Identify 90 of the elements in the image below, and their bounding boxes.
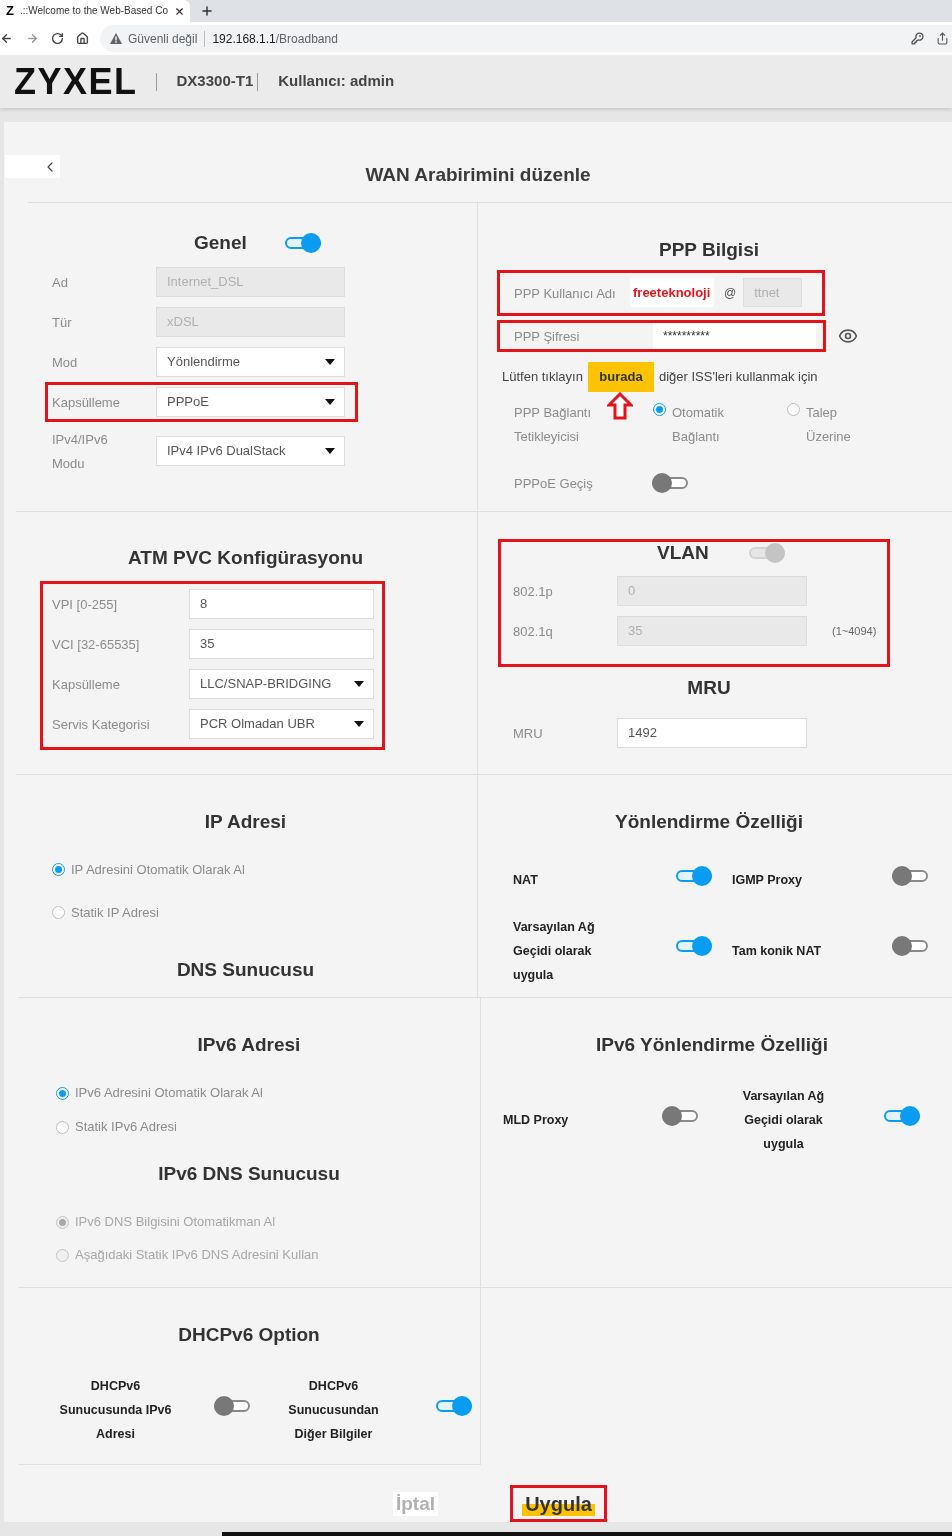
- section-title: Yönlendirme Özelliği: [615, 810, 803, 833]
- section-title: ATM PVC Konfigürasyonu: [127, 547, 363, 570]
- field-label: 802.1q: [513, 624, 553, 640]
- at-sign-label: @: [724, 284, 737, 302]
- text-field[interactable]: 1492: [617, 718, 807, 749]
- field-label: PPP Bağlantı Tetikleyicisi: [514, 404, 592, 444]
- switch-label: Varsayılan Ağ Geçidi olarak uygula: [513, 919, 595, 982]
- field-label: VPI [0-255]: [52, 597, 118, 613]
- radio-button[interactable]: [787, 402, 800, 416]
- select-field[interactable]: IPv4 IPv6 DualStack: [156, 435, 345, 466]
- link[interactable]: burada: [587, 361, 654, 392]
- reload-icon[interactable]: [51, 32, 64, 45]
- switch-label: MLD Proxy: [503, 1113, 569, 1128]
- field-label: PPP Kullanıcı Adı: [514, 285, 616, 301]
- key-icon[interactable]: [911, 32, 924, 45]
- text-field[interactable]: freeteknoloji: [630, 278, 714, 308]
- back-icon[interactable]: [0, 32, 13, 45]
- select-field[interactable]: LLC/SNAP-BRIDGING: [189, 669, 374, 700]
- field-label: IPv4/IPv6 Modu: [52, 431, 108, 471]
- field-label: Tür: [52, 314, 72, 330]
- field-label: PPP Şifresi: [514, 328, 580, 344]
- page-title: WAN Arabirimini düzenle: [365, 164, 591, 186]
- radio-label: IPv6 Adresini Otomatik Olarak Al: [75, 1084, 263, 1103]
- field-label: Servis Kategorisi: [52, 717, 150, 733]
- caret-icon: [325, 447, 335, 454]
- field-label: Mod: [52, 354, 78, 370]
- warning-icon: [110, 33, 122, 44]
- up-arrow-icon: [607, 391, 633, 420]
- radio-label: Talep Üzerine: [806, 404, 851, 444]
- section-title: IPv6 Yönlendirme Özelliği: [596, 1034, 828, 1057]
- select-field[interactable]: PPPoE: [156, 386, 345, 417]
- switch-label: DHCPv6 Sunucusunda IPv6 Adresi: [59, 1379, 172, 1442]
- radio-button[interactable]: [56, 1120, 69, 1134]
- section-title: IPv6 DNS Sunucusu: [158, 1163, 340, 1186]
- new-tab-icon[interactable]: [200, 4, 214, 18]
- close-icon[interactable]: [174, 5, 185, 17]
- radio-label: IP Adresini Otomatik Olarak Al: [71, 860, 245, 879]
- section-title: MRU: [687, 677, 731, 700]
- field-label: 802.1p: [513, 584, 553, 600]
- caret-icon: [354, 681, 364, 688]
- switch-label: Varsayılan Ağ Geçidi olarak uygula: [742, 1089, 825, 1152]
- field-label: Kapsülleme: [52, 394, 120, 410]
- model-name: DX3300-T1: [176, 71, 254, 92]
- text-field[interactable]: 8: [189, 589, 374, 620]
- hint-text: Lütfen tıklayın burada diğer ISS'leri kullanmak için: [502, 361, 952, 392]
- browser-tab[interactable]: Z .::Welcome to the Web-Based Co: [0, 0, 190, 22]
- radio-label: Statik IP Adresi: [71, 903, 159, 922]
- section-title: IP Adresi: [204, 810, 287, 833]
- field-label: Kapsülleme: [52, 677, 120, 693]
- select-field[interactable]: PCR Olmadan UBR: [189, 709, 374, 740]
- radio-label: IPv6 DNS Bilgisini Otomatikman Al: [75, 1213, 276, 1232]
- user-label: Kullanıcı: admin: [278, 71, 395, 92]
- section-title: Genel: [194, 231, 247, 254]
- url-text: 192.168.1.1/Broadband: [212, 30, 338, 48]
- password-field[interactable]: **********: [653, 322, 816, 349]
- radio-label: Statik IPv6 Adresi: [75, 1118, 177, 1137]
- field-label: Ad: [52, 274, 68, 290]
- back-button[interactable]: [5, 155, 60, 178]
- range-hint: (1~4094): [832, 623, 877, 639]
- section-title: DHCPv6 Option: [178, 1324, 320, 1347]
- caret-icon: [325, 398, 335, 405]
- switch-label: Tam konik NAT: [732, 943, 822, 958]
- select-field[interactable]: Yönlendirme: [156, 346, 345, 377]
- radio-button[interactable]: [52, 906, 65, 920]
- share-icon[interactable]: [936, 32, 949, 45]
- section-title: PPP Bilgisi: [659, 238, 759, 261]
- radio-button[interactable]: [52, 863, 65, 877]
- section-title: DNS Sunucusu: [176, 958, 315, 981]
- caret-icon: [354, 721, 364, 728]
- forward-icon[interactable]: [26, 32, 39, 45]
- caret-icon: [325, 358, 335, 365]
- radio-button[interactable]: [653, 402, 666, 416]
- field-label: VCI [32-65535]: [52, 637, 140, 653]
- brand-logo: ZYXEL: [14, 63, 138, 100]
- security-label: Güvenli değil: [128, 30, 198, 48]
- radio-button[interactable]: [56, 1086, 69, 1100]
- address-bar[interactable]: Güvenli değil 192.168.1.1/Broadband: [100, 25, 952, 52]
- field-label: MRU: [513, 726, 543, 742]
- section-title: VLAN: [657, 542, 709, 565]
- switch-label: IGMP Proxy: [732, 873, 802, 888]
- radio-label: Aşağıdaki Statik IPv6 DNS Adresini Kullan: [75, 1246, 319, 1265]
- home-icon[interactable]: [76, 32, 89, 45]
- tab-title: .::Welcome to the Web-Based Co: [19, 4, 168, 18]
- radio-label: Otomatik Bağlantı: [672, 404, 724, 444]
- tab-favicon: Z: [6, 3, 14, 19]
- field-label: PPPoE Geçiş: [514, 475, 593, 491]
- switch-label: DHCPv6 Sunucusundan Diğer Bilgiler: [288, 1379, 379, 1442]
- switch-label: NAT: [513, 873, 538, 888]
- section-title: IPv6 Adresi: [197, 1034, 301, 1057]
- text-field[interactable]: 35: [189, 629, 374, 660]
